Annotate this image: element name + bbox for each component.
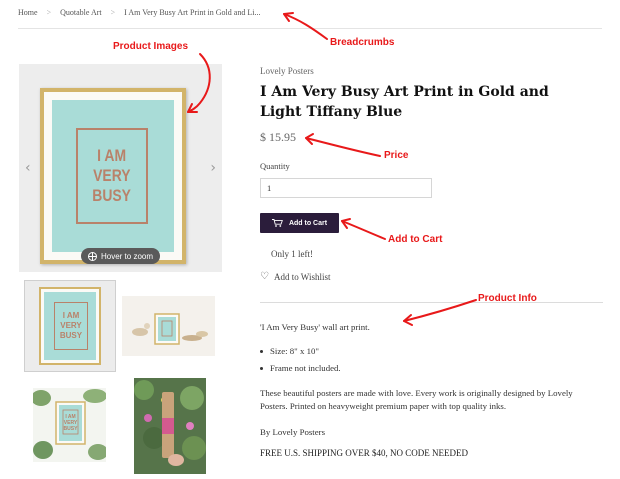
heart-icon: ♡ <box>260 271 269 282</box>
chevron-left-icon[interactable]: ‹ <box>25 160 31 176</box>
zoom-icon <box>87 251 97 261</box>
breadcrumb-home[interactable]: Home <box>18 8 38 17</box>
breadcrumb-separator: > <box>110 8 116 17</box>
description-intro: 'I Am Very Busy' wall art print. <box>260 322 370 332</box>
description-bullet: Size: 8" x 10" <box>260 346 319 356</box>
quantity-label: Quantity <box>260 161 290 171</box>
thumbnail-4[interactable] <box>134 378 206 474</box>
thumbnail-1[interactable]: I AM VERY BUSY <box>24 280 116 372</box>
breadcrumb: Home > Quotable Art > I Am Very Busy Art Pri… <box>18 8 260 22</box>
thumbnail-poster-line: I AM <box>62 311 80 320</box>
annotation-product-info: Product Info <box>478 293 537 304</box>
product-price: $ 15.95 <box>260 130 296 144</box>
breadcrumb-current: I Am Very Busy Art Print in Gold and Li.… <box>124 8 261 17</box>
description-byline: By Lovely Posters <box>260 427 325 437</box>
poster-line: BUSY <box>92 186 132 205</box>
bullet-text: Size: 8" x 10" <box>270 346 319 356</box>
hover-to-zoom-badge: Hover to zoom <box>81 248 160 264</box>
bullet-dot <box>260 367 263 371</box>
header-divider <box>18 28 602 29</box>
thumbnail-2[interactable] <box>122 296 215 356</box>
breadcrumb-separator: > <box>46 8 52 17</box>
poster-line: I AM <box>97 146 127 165</box>
thumbnail-lifestyle-tube <box>134 378 206 474</box>
thumbnail-poster-line: VERY <box>60 321 82 330</box>
product-title: I Am Very Busy Art Print in Gold and Lig… <box>260 84 549 120</box>
chevron-right-icon[interactable]: › <box>210 160 216 176</box>
thumbnail-poster-text: I AM VERY BUSY <box>54 302 88 350</box>
main-product-image[interactable]: I AM VERY BUSY ‹ › Hover to zoom <box>19 64 222 272</box>
poster: I AM VERY BUSY <box>52 100 174 252</box>
quantity-input[interactable]: 1 <box>260 178 432 198</box>
thumbnail-poster-frame: I AM VERY BUSY <box>39 287 101 365</box>
thumbnail-poster-line: BUSY <box>59 331 83 340</box>
description-bullet: Frame not included. <box>260 363 341 373</box>
annotation-breadcrumbs: Breadcrumbs <box>330 37 395 48</box>
zoom-label: Hover to zoom <box>100 251 154 261</box>
add-to-wishlist-link[interactable]: ♡ Add to Wishlist <box>260 271 330 282</box>
thumbnail-lifestyle-plants: I AM VERY BUSY <box>33 388 106 462</box>
cart-icon <box>271 219 283 227</box>
section-divider <box>260 302 603 303</box>
product-brand[interactable]: Lovely Posters <box>260 66 314 76</box>
bullet-text: Frame not included. <box>270 363 341 373</box>
wishlist-label: Add to Wishlist <box>273 271 331 282</box>
add-to-cart-label: Add to Cart <box>288 219 328 227</box>
shipping-notice: FREE U.S. SHIPPING OVER $40, NO CODE NEE… <box>260 448 469 458</box>
thumbnail-lifestyle-desk <box>122 296 215 356</box>
poster-text-box: I AM VERY BUSY <box>76 128 148 224</box>
breadcrumb-category[interactable]: Quotable Art <box>60 8 102 17</box>
description-body: These beautiful posters are made with lo… <box>260 388 573 411</box>
annotation-product-images: Product Images <box>113 41 189 52</box>
svg-text:BUSY: BUSY <box>64 426 79 432</box>
poster-frame: I AM VERY BUSY <box>40 88 186 264</box>
stock-status: Only 1 left! <box>271 249 313 259</box>
thumbnail-3[interactable]: I AM VERY BUSY <box>33 388 106 462</box>
annotation-price: Price <box>384 150 409 161</box>
annotation-add-to-cart: Add to Cart <box>388 234 443 245</box>
poster-line: VERY <box>93 166 131 185</box>
thumbnail-poster: I AM VERY BUSY <box>44 292 96 360</box>
bullet-dot <box>260 350 263 354</box>
add-to-cart-button[interactable]: Add to Cart <box>260 213 339 233</box>
